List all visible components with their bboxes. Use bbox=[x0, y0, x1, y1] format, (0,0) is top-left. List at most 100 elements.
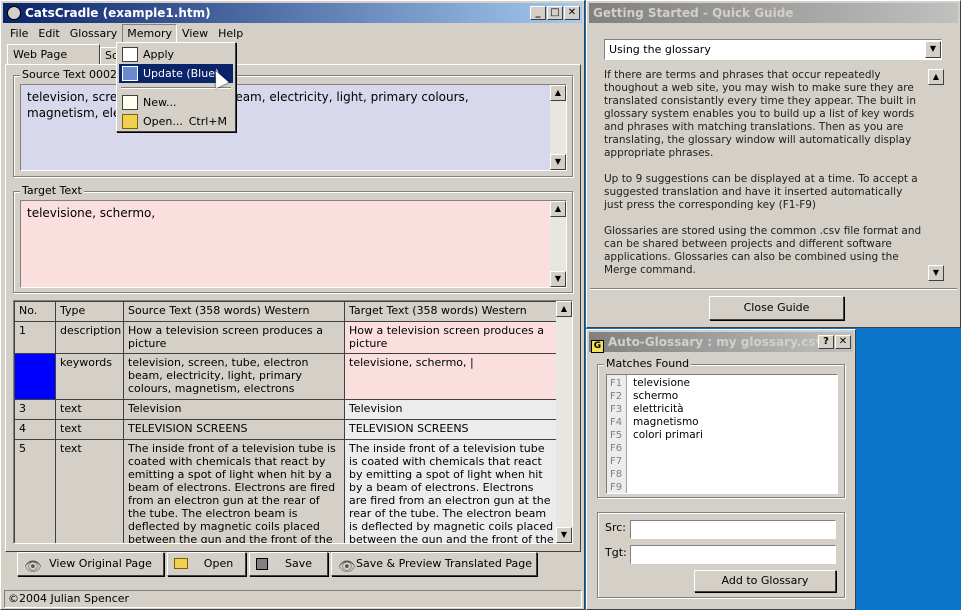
target-text-group: Target Text televisione, schermo, ▲ ▼ bbox=[13, 184, 573, 293]
scroll-down-arrow[interactable]: ▼ bbox=[550, 154, 566, 170]
menu-memory[interactable]: Memory bbox=[122, 24, 178, 44]
scroll-up-arrow[interactable]: ▲ bbox=[928, 69, 944, 85]
close-button[interactable]: ✕ bbox=[564, 6, 580, 20]
menu-help[interactable]: Help bbox=[213, 25, 248, 43]
target-text-box[interactable]: televisione, schermo, ▲ ▼ bbox=[20, 200, 567, 288]
glossary-match-row[interactable]: F9 bbox=[607, 481, 837, 494]
source-scrollbar[interactable]: ▲ ▼ bbox=[550, 85, 566, 170]
row-source[interactable]: television, screen, tube, electron beam,… bbox=[123, 353, 345, 400]
menu-item-new[interactable]: New... bbox=[119, 93, 233, 112]
row-source[interactable]: How a television screen produces a pictu… bbox=[123, 321, 345, 354]
row-source[interactable]: TELEVISION SCREENS bbox=[123, 419, 345, 440]
help-button[interactable]: ? bbox=[818, 335, 834, 349]
row-target[interactable]: How a television screen produces a pictu… bbox=[344, 321, 559, 354]
scroll-down-arrow[interactable]: ▼ bbox=[550, 271, 566, 287]
guide-titlebar[interactable]: Getting Started - Quick Guide bbox=[589, 3, 958, 23]
guide-topic-dropdown[interactable]: Using the glossary ▼ bbox=[604, 39, 942, 60]
menu-item-label: Open... bbox=[143, 115, 183, 128]
target-scrollbar[interactable]: ▲ ▼ bbox=[550, 201, 566, 287]
row-target[interactable]: TELEVISION SCREENS bbox=[344, 419, 559, 440]
guide-scrollbar[interactable]: ▲ ▼ bbox=[928, 69, 944, 281]
glossary-match-row[interactable]: F8 bbox=[607, 468, 837, 481]
menu-edit[interactable]: Edit bbox=[33, 25, 64, 43]
scroll-up-arrow[interactable]: ▲ bbox=[550, 85, 566, 101]
row-number: 3 bbox=[14, 399, 56, 420]
button-label: Save & Preview Translated Page bbox=[356, 557, 532, 570]
add-to-glossary-button[interactable]: Add to Glossary bbox=[694, 570, 836, 592]
src-input[interactable] bbox=[630, 520, 836, 539]
function-key-label: F3 bbox=[610, 404, 623, 415]
column-header-target[interactable]: Target Text (358 words) Western bbox=[344, 301, 559, 322]
glossary-match-row[interactable]: F3 elettricità bbox=[607, 403, 837, 416]
source-text: television, screen, tube, electron beam,… bbox=[27, 90, 469, 120]
menubar: File Edit Glossary Memory View Help bbox=[5, 24, 248, 44]
glossary-match-row[interactable]: F7 bbox=[607, 455, 837, 468]
glossary-match-row[interactable]: F1 televisione bbox=[607, 377, 837, 390]
function-key-label: F8 bbox=[610, 469, 623, 480]
table-row[interactable]: 3 text Television Television bbox=[14, 399, 559, 420]
table-row[interactable]: 4 text TELEVISION SCREENS TELEVISION SCR… bbox=[14, 419, 559, 440]
row-source[interactable]: The inside front of a television tube is… bbox=[123, 439, 345, 543]
button-label: Save bbox=[284, 557, 312, 570]
menu-file[interactable]: File bbox=[5, 25, 33, 43]
segments-table: No. Type Source Text (358 words) Western… bbox=[14, 301, 559, 543]
maximize-button[interactable]: □ bbox=[547, 6, 563, 20]
column-header-type[interactable]: Type bbox=[55, 301, 124, 322]
function-key-label: F4 bbox=[610, 417, 623, 428]
save-preview-button[interactable]: 👁 Save & Preview Translated Page bbox=[331, 552, 537, 576]
match-value: televisione bbox=[633, 377, 691, 389]
eye-icon: 👁 bbox=[338, 559, 356, 575]
save-button[interactable]: Save bbox=[249, 552, 328, 576]
disk-icon bbox=[256, 558, 268, 570]
menu-item-open[interactable]: Open... Ctrl+M bbox=[119, 112, 233, 131]
tgt-input[interactable] bbox=[630, 545, 836, 564]
table-row-selected[interactable]: 2 keywords television, screen, tube, ele… bbox=[14, 353, 559, 400]
row-target[interactable]: Television bbox=[344, 399, 559, 420]
main-window-title: CatsCradle (example1.htm) bbox=[25, 6, 211, 20]
app-icon bbox=[7, 6, 21, 20]
glossary-match-row[interactable]: F4 magnetismo bbox=[607, 416, 837, 429]
row-number: 4 bbox=[14, 419, 56, 440]
close-button[interactable]: ✕ bbox=[835, 335, 851, 349]
row-number: 5 bbox=[14, 439, 56, 543]
chevron-down-icon[interactable]: ▼ bbox=[925, 41, 941, 58]
new-file-icon bbox=[122, 95, 138, 110]
row-type: text bbox=[55, 399, 124, 420]
main-titlebar[interactable]: CatsCradle (example1.htm) _ □ ✕ bbox=[3, 3, 582, 23]
scroll-up-arrow[interactable]: ▲ bbox=[550, 201, 566, 217]
table-row[interactable]: 1 description How a television screen pr… bbox=[14, 321, 559, 354]
scroll-down-arrow[interactable]: ▼ bbox=[928, 265, 944, 281]
minimize-button[interactable]: _ bbox=[530, 6, 546, 20]
function-key-label: F5 bbox=[610, 430, 623, 441]
table-scrollbar[interactable]: ▲ ▼ bbox=[556, 301, 572, 543]
menu-separator bbox=[121, 87, 231, 89]
glossary-match-row[interactable]: F6 bbox=[607, 442, 837, 455]
glossary-titlebar[interactable]: G Auto-Glossary : my glossary.csv ? ✕ bbox=[589, 332, 853, 353]
menu-item-apply[interactable]: Apply bbox=[119, 45, 233, 64]
close-guide-button[interactable]: Close Guide bbox=[709, 296, 844, 320]
view-original-page-button[interactable]: 👁 View Original Page bbox=[17, 552, 164, 576]
menu-view[interactable]: View bbox=[177, 25, 213, 43]
table-row[interactable]: 5 text The inside front of a television … bbox=[14, 439, 559, 543]
source-text-box[interactable]: television, screen, tube, electron beam,… bbox=[20, 84, 567, 171]
column-header-no[interactable]: No. bbox=[14, 301, 56, 322]
row-type: description bbox=[55, 321, 124, 354]
row-target[interactable]: The inside front of a television tube is… bbox=[344, 439, 559, 543]
guide-text-area: If there are terms and phrases that occu… bbox=[604, 69, 944, 281]
main-window: CatsCradle (example1.htm) _ □ ✕ File Edit… bbox=[0, 0, 585, 610]
glossary-match-row[interactable]: F5 colori primari bbox=[607, 429, 837, 442]
row-source[interactable]: Television bbox=[123, 399, 345, 420]
guide-paragraph: Glossaries are stored using the common .… bbox=[604, 225, 922, 276]
tab-web-page-editor[interactable]: Web Page Editor bbox=[7, 44, 100, 80]
column-header-source[interactable]: Source Text (358 words) Western bbox=[123, 301, 345, 322]
open-button[interactable]: Open bbox=[167, 552, 246, 576]
scroll-up-arrow[interactable]: ▲ bbox=[556, 301, 572, 317]
menu-glossary[interactable]: Glossary bbox=[65, 25, 123, 43]
row-target[interactable]: televisione, schermo, | bbox=[344, 353, 559, 400]
guide-paragraph: If there are terms and phrases that occu… bbox=[604, 69, 917, 159]
glossary-match-row[interactable]: F2 schermo bbox=[607, 390, 837, 403]
add-entry-group: Src: Tgt: Add to Glossary bbox=[597, 512, 845, 598]
dropdown-value: Using the glossary bbox=[609, 43, 711, 56]
scroll-down-arrow[interactable]: ▼ bbox=[556, 527, 572, 543]
row-type: keywords bbox=[55, 353, 124, 400]
